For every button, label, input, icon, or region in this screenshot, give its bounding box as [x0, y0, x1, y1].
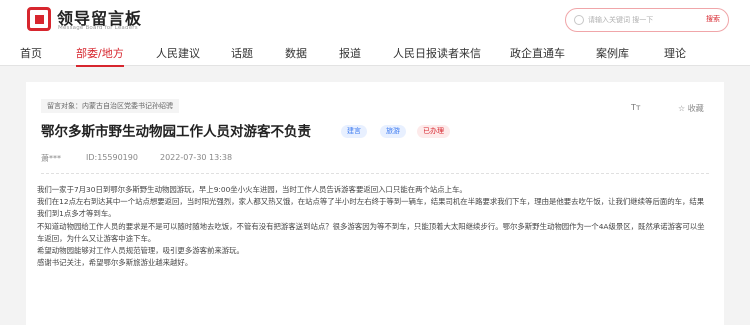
- body-paragraph: 希望动物园能够对工作人员规范管理，吸引更多游客前来游玩。: [37, 246, 244, 256]
- nav-item-readers-letters[interactable]: 人民日报读者来信: [393, 45, 481, 61]
- nav-item-data[interactable]: 数据: [285, 45, 307, 61]
- message-card: 留言对象：内蒙古自治区党委书记孙绍骋 Tт ☆ 收藏 鄂尔多斯市野生动物园工作人…: [26, 82, 724, 325]
- nav-item-home[interactable]: 首页: [20, 45, 42, 61]
- favorite-button[interactable]: ☆ 收藏: [678, 103, 704, 114]
- tag-suggestion[interactable]: 建言: [341, 125, 367, 138]
- nav-item-case-library[interactable]: 案例库: [596, 45, 629, 61]
- favorite-label: 收藏: [687, 104, 704, 113]
- star-icon: ☆: [678, 104, 686, 113]
- nav-item-ministries-local[interactable]: 部委/地方: [76, 45, 124, 67]
- nav-item-reports[interactable]: 报道: [339, 45, 361, 61]
- message-target[interactable]: 留言对象：内蒙古自治区党委书记孙绍骋: [41, 99, 179, 113]
- message-author: 萧***: [41, 154, 61, 163]
- logo-mark-icon: [27, 7, 51, 31]
- main-nav: 首页 部委/地方 人民建议 话题 数据 报道 人民日报读者来信 政企直通车 案例…: [0, 40, 750, 67]
- tag-tourism[interactable]: 旅游: [380, 125, 406, 138]
- search-box: 搜索: [565, 8, 729, 32]
- body-paragraph: 我们一家于7月30日到鄂尔多斯野生动物园游玩，早上9:00坐小火车进园，当时工作…: [37, 185, 467, 194]
- divider: [41, 173, 709, 174]
- site-logo[interactable]: 领导留言板 Message Board for Leaders: [27, 6, 187, 36]
- logo-subtitle: Message Board for Leaders: [58, 25, 138, 31]
- body-paragraph: 不知道动物园给工作人员的要求是不是可以随时随地去吃饭，不管有没有把游客送到站点？…: [37, 221, 705, 243]
- site-header: 领导留言板 Message Board for Leaders 搜索: [0, 0, 750, 40]
- font-size-button[interactable]: Tт: [631, 103, 641, 112]
- body-paragraph: 我们在12点左右到达其中一个站点想要返回，当时阳光强烈，家人都又热又饿，在站点等…: [37, 197, 705, 219]
- status-badge: 已办理: [417, 125, 450, 138]
- message-id: ID:15590190: [86, 153, 138, 162]
- search-button[interactable]: 搜索: [706, 14, 720, 24]
- message-title: 鄂尔多斯市野生动物园工作人员对游客不负责: [41, 124, 311, 140]
- body-paragraph: 感谢书记关注，希望鄂尔多斯旅游业越来越好。: [37, 258, 193, 268]
- nav-item-enterprise-express[interactable]: 政企直通车: [510, 45, 565, 61]
- nav-item-theory[interactable]: 理论: [664, 45, 686, 61]
- nav-item-peoples-suggestions[interactable]: 人民建议: [156, 45, 200, 61]
- search-input[interactable]: [588, 12, 696, 28]
- nav-item-topics[interactable]: 话题: [231, 45, 253, 61]
- message-body: 我们一家于7月30日到鄂尔多斯野生动物园游玩，早上9:00坐小火车进园，当时工作…: [37, 184, 709, 269]
- message-time: 2022-07-30 13:38: [160, 153, 233, 162]
- search-icon: [574, 15, 584, 25]
